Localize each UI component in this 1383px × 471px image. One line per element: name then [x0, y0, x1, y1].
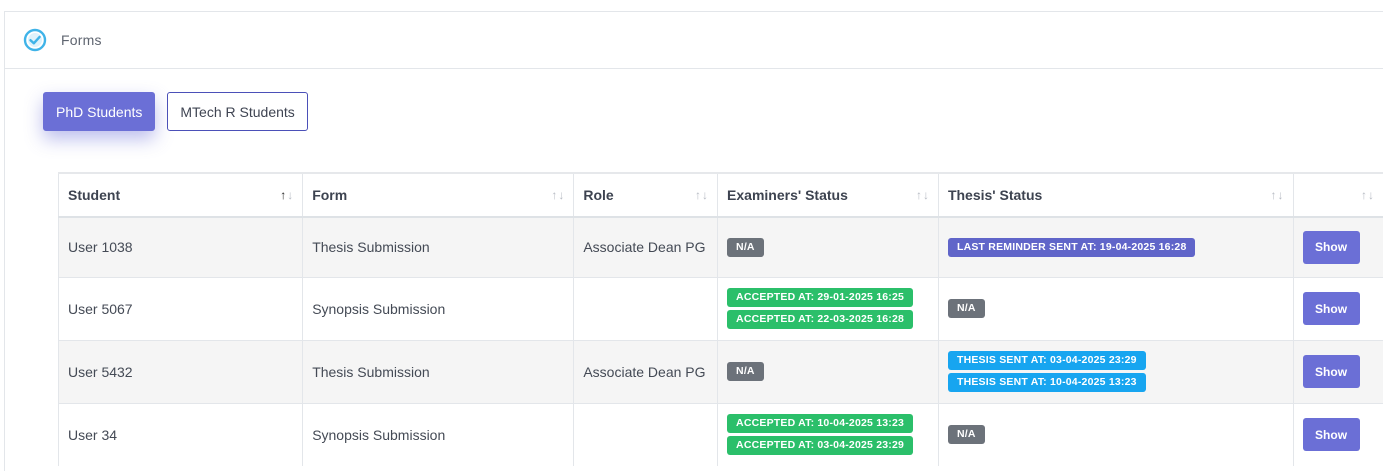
column-label: Role	[583, 187, 614, 203]
column-header-thesis-status[interactable]: Thesis' Status ↑↓	[937, 173, 1294, 217]
tab-phd-students[interactable]: PhD Students	[43, 92, 156, 131]
examiners-status-cell: N/A	[717, 216, 939, 277]
student-cell: User 34	[57, 402, 303, 466]
thesis-status-cell: N/A	[937, 402, 1294, 466]
status-badge: N/A	[727, 237, 764, 257]
sort-icon[interactable]: ↑↓	[916, 188, 930, 202]
examiners-status-cell: ACCEPTED AT: 29-01-2025 16:25 ACCEPTED A…	[717, 276, 939, 340]
status-badge: ACCEPTED AT: 10-04-2025 13:23	[727, 414, 914, 434]
status-badge: N/A	[727, 362, 764, 381]
status-badge: THESIS SENT AT: 03-04-2025 23:29	[947, 351, 1146, 370]
table-row: User 5067 Synopsis Submission ACCEPTED A…	[57, 276, 1383, 340]
check-circle-icon	[23, 28, 47, 52]
examiners-status-cell: ACCEPTED AT: 10-04-2025 13:23 ACCEPTED A…	[717, 402, 939, 466]
student-cell: User 5067	[57, 276, 303, 340]
sort-icon[interactable]: ↑↓	[1361, 188, 1375, 202]
status-badge: N/A	[947, 299, 985, 318]
column-header-actions[interactable]: ↑↓	[1292, 173, 1383, 217]
action-cell: Show	[1292, 339, 1383, 403]
action-cell: Show	[1292, 216, 1383, 277]
status-badge: THESIS SENT AT: 10-04-2025 13:23	[947, 373, 1146, 392]
status-badge: ACCEPTED AT: 03-04-2025 23:29	[727, 436, 914, 456]
student-cell: User 5432	[57, 339, 303, 403]
sort-icon[interactable]: ↑↓	[280, 188, 294, 202]
show-button[interactable]: Show	[1302, 292, 1360, 325]
role-cell: Associate Dean PG	[573, 216, 718, 277]
sort-icon[interactable]: ↑↓	[551, 188, 565, 202]
column-header-student[interactable]: Student ↑↓	[57, 173, 303, 217]
table-row: User 1038 Thesis Submission Associate De…	[57, 216, 1383, 277]
table-header-row: Student ↑↓ Form ↑↓ Role ↑↓ Examiners' St…	[57, 173, 1383, 217]
column-header-role[interactable]: Role ↑↓	[573, 173, 718, 217]
form-cell: Thesis Submission	[302, 216, 574, 277]
status-badge: N/A	[947, 425, 985, 445]
student-type-tabs: PhD Students MTech R Students	[43, 92, 308, 131]
status-badge: ACCEPTED AT: 22-03-2025 16:28	[727, 310, 914, 329]
column-label: Student	[68, 187, 121, 203]
status-badge: LAST REMINDER SENT AT: 19-04-2025 16:28	[947, 237, 1196, 257]
table-row: User 5432 Thesis Submission Associate De…	[57, 339, 1383, 403]
role-cell	[573, 402, 718, 466]
status-badge: ACCEPTED AT: 29-01-2025 16:25	[727, 288, 914, 307]
card-header: Forms	[5, 12, 1383, 69]
thesis-status-cell: N/A	[937, 276, 1294, 340]
action-cell: Show	[1292, 402, 1383, 466]
show-button[interactable]: Show	[1302, 230, 1360, 264]
role-cell	[573, 276, 718, 340]
show-button[interactable]: Show	[1302, 355, 1360, 388]
thesis-status-cell: THESIS SENT AT: 03-04-2025 23:29 THESIS …	[937, 339, 1294, 403]
sort-icon[interactable]: ↑↓	[1271, 188, 1285, 202]
form-cell: Synopsis Submission	[302, 276, 574, 340]
role-cell: Associate Dean PG	[573, 339, 718, 403]
student-cell: User 1038	[57, 216, 303, 277]
form-cell: Synopsis Submission	[302, 402, 574, 466]
column-header-form[interactable]: Form ↑↓	[302, 173, 574, 217]
column-header-examiners-status[interactable]: Examiners' Status ↑↓	[717, 173, 939, 217]
forms-table: Student ↑↓ Form ↑↓ Role ↑↓ Examiners' St…	[57, 172, 1383, 466]
card-title: Forms	[61, 32, 102, 48]
tab-mtech-r-students[interactable]: MTech R Students	[167, 92, 308, 131]
show-button[interactable]: Show	[1302, 418, 1360, 452]
sort-icon[interactable]: ↑↓	[695, 188, 709, 202]
column-label: Thesis' Status	[947, 187, 1043, 203]
action-cell: Show	[1292, 276, 1383, 340]
form-cell: Thesis Submission	[302, 339, 574, 403]
thesis-status-cell: LAST REMINDER SENT AT: 19-04-2025 16:28	[937, 216, 1294, 277]
examiners-status-cell: N/A	[717, 339, 939, 403]
table-row: User 34 Synopsis Submission ACCEPTED AT:…	[57, 402, 1383, 466]
column-label: Form	[312, 187, 348, 203]
column-label: Examiners' Status	[727, 187, 848, 203]
